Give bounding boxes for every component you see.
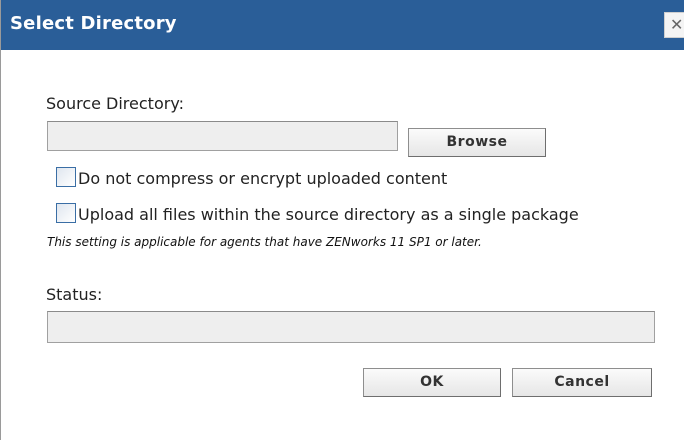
cancel-button[interactable]: Cancel [512, 368, 652, 397]
status-label: Status: [46, 285, 103, 304]
browse-button[interactable]: Browse [408, 128, 546, 157]
agent-version-note: This setting is applicable for agents th… [47, 235, 482, 249]
status-field [47, 311, 655, 343]
source-directory-input[interactable] [47, 121, 398, 151]
close-icon: ✕ [670, 15, 684, 34]
close-button[interactable]: ✕ [664, 12, 684, 38]
ok-button[interactable]: OK [363, 368, 501, 397]
dialog-title: Select Directory [10, 13, 177, 34]
single-package-checkbox[interactable] [56, 203, 76, 223]
single-package-label: Upload all files within the source direc… [78, 205, 579, 224]
select-directory-dialog: Select Directory ✕ Source Directory: Bro… [0, 0, 684, 440]
source-directory-label: Source Directory: [46, 94, 185, 113]
no-compress-label: Do not compress or encrypt uploaded cont… [78, 169, 448, 188]
no-compress-checkbox[interactable] [56, 167, 76, 187]
dialog-titlebar: Select Directory ✕ [1, 0, 684, 50]
